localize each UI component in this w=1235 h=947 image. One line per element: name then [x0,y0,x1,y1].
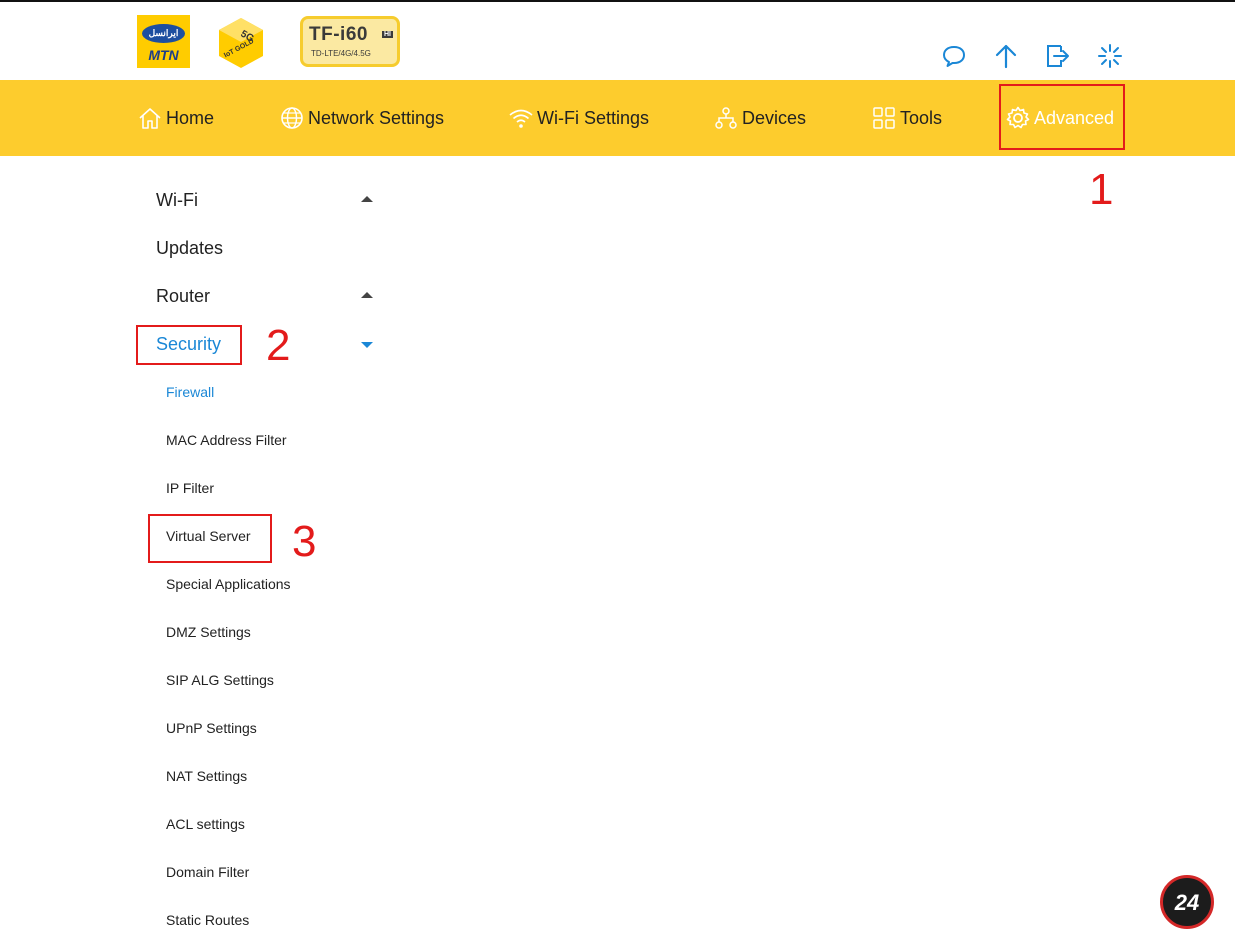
wifi-icon [508,105,534,131]
sidebar-item-label: Wi-Fi [156,190,198,210]
sidebar-item-label: Domain Filter [166,864,250,880]
nav-network-settings[interactable]: Network Settings [279,80,444,156]
sidebar-subitem-acl-settings[interactable]: ACL settings [137,800,395,848]
mtn-brand: MTN [148,47,179,63]
chat-bubble-icon[interactable] [941,43,967,69]
sidebar-item-label: NAT Settings [166,768,248,784]
model-logo: TF-i60 HI TD-LTE/4G/4.5G [300,16,400,67]
collapse-arrow-icon [361,196,373,202]
loading-spinner-icon [1098,44,1122,68]
sidebar-item-updates[interactable]: Updates [137,224,395,272]
model-name: TF-i60 [309,24,368,45]
grid-icon [871,105,897,131]
sidebar-subitem-dmz-settings[interactable]: DMZ Settings [137,608,395,656]
sidebar-item-label: ACL settings [166,816,245,832]
sidebar-item-wifi[interactable]: Wi-Fi [137,176,395,224]
sidebar-subitem-static-routes[interactable]: Static Routes [137,896,395,944]
arrow-up-icon[interactable] [993,43,1019,69]
nav-home[interactable]: Home [137,80,214,156]
expand-arrow-icon [361,342,373,348]
watermark-number: 24 [1174,890,1200,915]
nav-devices[interactable]: Devices [713,80,806,156]
model-hi-badge: HI [382,31,393,38]
sidebar-item-label: Firewall [166,384,215,400]
sidebar-subitem-mac-address-filter[interactable]: MAC Address Filter [137,416,395,464]
highlight-security [136,325,242,365]
nav-home-label: Home [166,107,215,128]
sidebar-item-label: MAC Address Filter [166,432,287,448]
sidebar-item-label: IP Filter [166,480,214,496]
sidebar-subitem-upnp-settings[interactable]: UPnP Settings [137,704,395,752]
sidebar-subitem-firewall[interactable]: Firewall [137,368,395,416]
highlight-advanced [999,84,1125,150]
nav-wifi-settings-label: Wi-Fi Settings [537,107,650,128]
iot-gold-5g-logo: 5G IoT GOLD [219,18,263,68]
home-icon [137,105,163,131]
step-number-3: 3 [292,517,317,566]
devices-tree-icon [713,105,739,131]
nav-tools-label: Tools [900,107,943,128]
watermark-logo: 24 [1160,875,1214,929]
sidebar-item-label: SIP ALG Settings [166,672,274,688]
sidebar-subitem-nat-settings[interactable]: NAT Settings [137,752,395,800]
sidebar-subitem-sip-alg-settings[interactable]: SIP ALG Settings [137,656,395,704]
sidebar-item-router[interactable]: Router [137,272,395,320]
top-border [0,0,1235,2]
sidebar-item-label: Router [156,286,211,306]
nav-devices-label: Devices [742,107,807,128]
highlight-virtual-server [148,514,272,563]
step-number-1: 1 [1089,165,1114,214]
sidebar-subitem-ip-filter[interactable]: IP Filter [137,464,395,512]
nav-wifi-settings[interactable]: Wi-Fi Settings [508,80,649,156]
collapse-arrow-icon [361,292,373,298]
sidebar-item-label: UPnP Settings [166,720,257,736]
step-number-2: 2 [266,321,291,370]
sidebar-item-label: DMZ Settings [166,624,251,640]
sidebar-subitem-special-applications[interactable]: Special Applications [137,560,395,608]
nav-tools[interactable]: Tools [871,80,942,156]
sidebar-item-label: Special Applications [166,576,291,592]
globe-icon [279,105,305,131]
sidebar-item-label: Static Routes [166,912,250,928]
mtn-logo-text: ایرانسل [142,24,185,43]
nav-network-settings-label: Network Settings [308,107,445,128]
mtn-logo: ایرانسل MTN [137,15,190,68]
sidebar-subitem-domain-filter[interactable]: Domain Filter [137,848,395,896]
logout-icon[interactable] [1045,43,1071,69]
model-sub: TD-LTE/4G/4.5G [311,49,371,58]
sidebar-item-label: Updates [156,238,224,258]
